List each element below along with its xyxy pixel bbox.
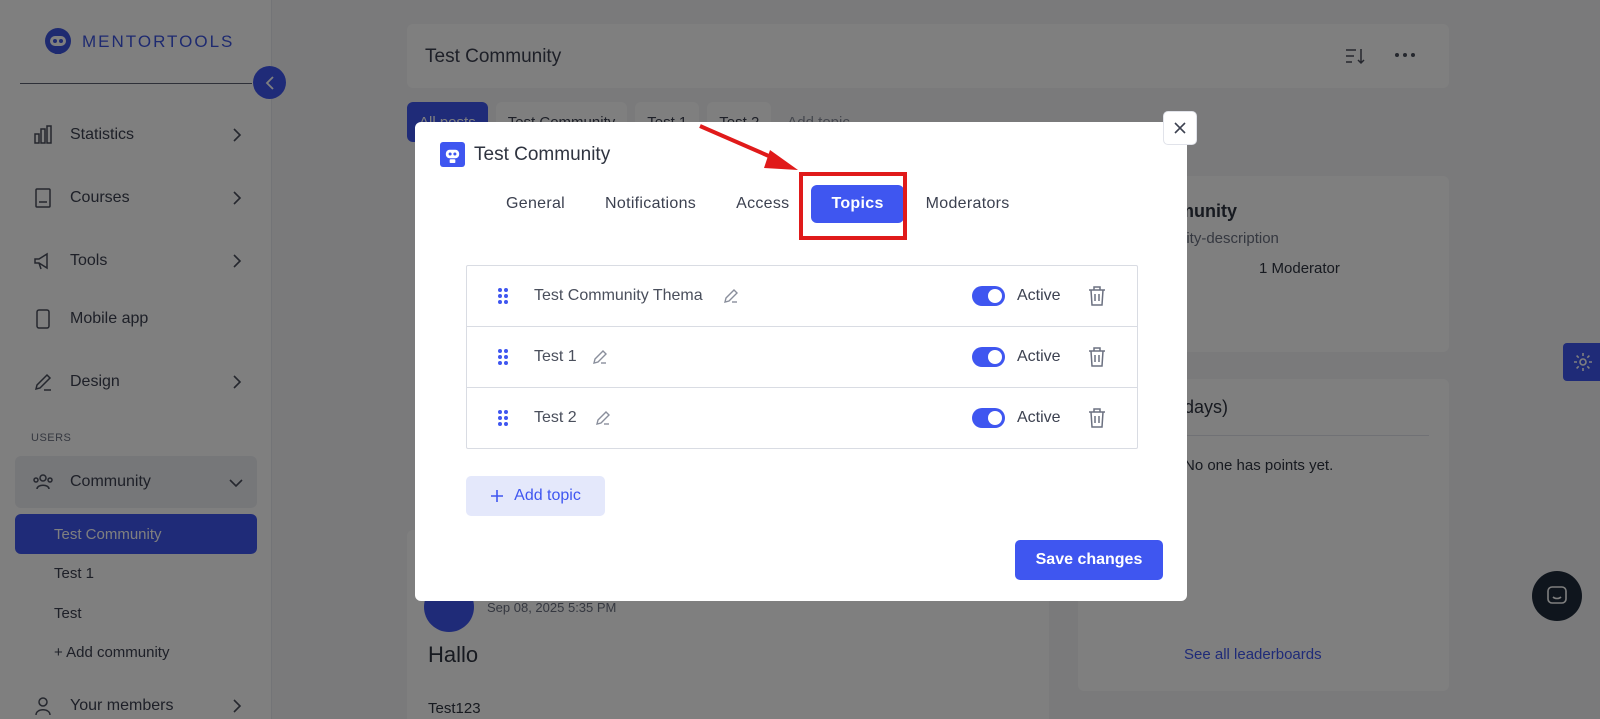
tab-access[interactable]: Access xyxy=(716,185,809,223)
modal-header: Test Community xyxy=(440,142,610,167)
toggle-label: Active xyxy=(1017,287,1061,304)
trash-icon[interactable] xyxy=(1088,286,1106,306)
modal-tab-bar: General Notifications Access Topics Mode… xyxy=(486,185,1030,223)
robot-logo-icon xyxy=(440,142,465,167)
drag-handle-icon[interactable] xyxy=(497,348,509,366)
drag-handle-icon[interactable] xyxy=(497,409,509,427)
plus-icon xyxy=(491,490,504,502)
topic-name: Test Community Thema xyxy=(534,287,703,304)
save-changes-button[interactable]: Save changes xyxy=(1015,540,1163,580)
topic-active-toggle[interactable] xyxy=(972,286,1005,306)
tab-notifications[interactable]: Notifications xyxy=(585,185,716,223)
close-icon xyxy=(1174,122,1186,134)
toggle-label: Active xyxy=(1017,348,1061,365)
add-topic-button[interactable]: Add topic xyxy=(466,476,605,516)
edit-icon[interactable] xyxy=(723,288,739,304)
toggle-label: Active xyxy=(1017,409,1061,426)
topic-active-toggle[interactable] xyxy=(972,408,1005,428)
edit-icon[interactable] xyxy=(592,349,608,365)
trash-icon[interactable] xyxy=(1088,408,1106,428)
add-topic-label: Add topic xyxy=(514,487,581,504)
edit-icon[interactable] xyxy=(595,410,611,426)
topic-row: Test Community Thema Active xyxy=(467,266,1137,327)
modal-title: Test Community xyxy=(474,143,611,165)
topic-name: Test 2 xyxy=(534,409,577,426)
topic-name: Test 1 xyxy=(534,348,577,365)
topic-active-toggle[interactable] xyxy=(972,347,1005,367)
close-modal-button[interactable] xyxy=(1163,111,1197,145)
trash-icon[interactable] xyxy=(1088,347,1106,367)
tab-moderators[interactable]: Moderators xyxy=(906,185,1030,223)
drag-handle-icon[interactable] xyxy=(497,287,509,305)
topic-row: Test 2 Active xyxy=(467,388,1137,448)
topic-row: Test 1 Active xyxy=(467,327,1137,388)
highlight-annotation-box xyxy=(799,172,907,240)
tab-general[interactable]: General xyxy=(486,185,585,223)
community-settings-modal: Test Community General Notifications Acc… xyxy=(415,122,1187,601)
topics-list: Test Community Thema Active Test 1 Activ… xyxy=(466,265,1138,449)
